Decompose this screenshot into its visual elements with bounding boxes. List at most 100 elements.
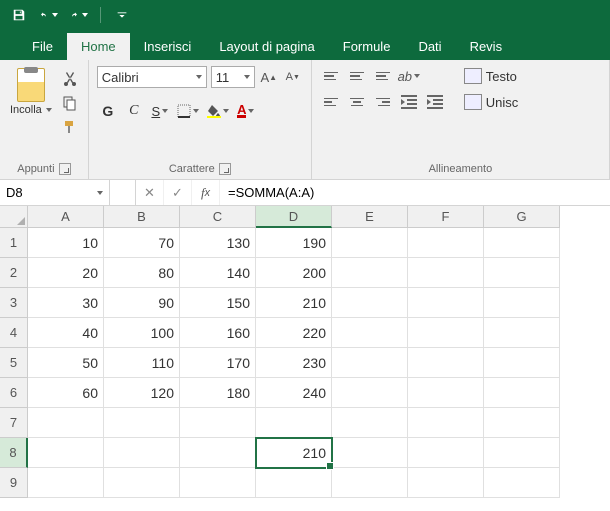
cell-B3[interactable]: 90 <box>104 288 180 318</box>
cell-E6[interactable] <box>332 378 408 408</box>
cell-F4[interactable] <box>408 318 484 348</box>
cell-G8[interactable] <box>484 438 560 468</box>
cell-E5[interactable] <box>332 348 408 378</box>
cell-G1[interactable] <box>484 228 560 258</box>
qat-customize-icon[interactable] <box>113 6 131 24</box>
cell-G2[interactable] <box>484 258 560 288</box>
tab-home[interactable]: Home <box>67 33 130 60</box>
underline-button[interactable]: S <box>149 100 171 122</box>
cell-B8[interactable] <box>104 438 180 468</box>
paste-button[interactable]: Incolla <box>8 66 54 118</box>
cell-A1[interactable]: 10 <box>28 228 104 258</box>
row-header-6[interactable]: 6 <box>0 378 28 408</box>
cell-D6[interactable]: 240 <box>256 378 332 408</box>
increase-indent-button[interactable] <box>424 92 446 112</box>
cell-B2[interactable]: 80 <box>104 258 180 288</box>
paste-dropdown-icon[interactable] <box>46 108 52 112</box>
cell-D2[interactable]: 200 <box>256 258 332 288</box>
redo-dropdown-icon[interactable] <box>82 13 88 17</box>
cell-E8[interactable] <box>332 438 408 468</box>
cell-E9[interactable] <box>332 468 408 498</box>
cell-G5[interactable] <box>484 348 560 378</box>
cell-C7[interactable] <box>180 408 256 438</box>
cut-button[interactable] <box>60 70 80 88</box>
column-header-E[interactable]: E <box>332 206 408 228</box>
cell-D5[interactable]: 230 <box>256 348 332 378</box>
cell-F9[interactable] <box>408 468 484 498</box>
cell-F8[interactable] <box>408 438 484 468</box>
cell-E1[interactable] <box>332 228 408 258</box>
row-header-8[interactable]: 8 <box>0 438 28 468</box>
cell-C4[interactable]: 160 <box>180 318 256 348</box>
cell-B7[interactable] <box>104 408 180 438</box>
row-header-1[interactable]: 1 <box>0 228 28 258</box>
cell-A8[interactable] <box>28 438 104 468</box>
cell-E2[interactable] <box>332 258 408 288</box>
cell-D7[interactable] <box>256 408 332 438</box>
cell-C5[interactable]: 170 <box>180 348 256 378</box>
cell-D1[interactable]: 190 <box>256 228 332 258</box>
align-bottom-button[interactable] <box>372 66 394 86</box>
cell-D8[interactable]: 210 <box>256 438 332 468</box>
formula-input[interactable] <box>228 185 602 200</box>
row-header-2[interactable]: 2 <box>0 258 28 288</box>
column-header-C[interactable]: C <box>180 206 256 228</box>
undo-button[interactable] <box>40 6 58 24</box>
tab-file[interactable]: File <box>18 33 67 60</box>
align-center-button[interactable] <box>346 92 368 112</box>
enter-formula-button[interactable]: ✓ <box>164 180 192 205</box>
align-left-button[interactable] <box>320 92 342 112</box>
insert-function-button[interactable]: fx <box>192 180 220 205</box>
cell-A6[interactable]: 60 <box>28 378 104 408</box>
select-all-button[interactable] <box>0 206 28 228</box>
orientation-button[interactable]: ab <box>398 66 420 86</box>
save-icon[interactable] <box>10 6 28 24</box>
row-header-4[interactable]: 4 <box>0 318 28 348</box>
cell-G6[interactable] <box>484 378 560 408</box>
font-name-select[interactable]: Calibri <box>97 66 207 88</box>
cell-D3[interactable]: 210 <box>256 288 332 318</box>
merge-button[interactable]: Unisc <box>460 92 523 112</box>
cell-G4[interactable] <box>484 318 560 348</box>
cell-E4[interactable] <box>332 318 408 348</box>
cell-C2[interactable]: 140 <box>180 258 256 288</box>
cell-A2[interactable]: 20 <box>28 258 104 288</box>
redo-button[interactable] <box>70 6 88 24</box>
cell-C6[interactable]: 180 <box>180 378 256 408</box>
format-painter-button[interactable] <box>60 118 80 136</box>
tab-layout[interactable]: Layout di pagina <box>205 33 328 60</box>
undo-dropdown-icon[interactable] <box>52 13 58 17</box>
cell-E3[interactable] <box>332 288 408 318</box>
row-header-3[interactable]: 3 <box>0 288 28 318</box>
cell-E7[interactable] <box>332 408 408 438</box>
decrease-indent-button[interactable] <box>398 92 420 112</box>
cell-F1[interactable] <box>408 228 484 258</box>
increase-font-button[interactable]: A▲ <box>259 67 279 87</box>
formula-input-container[interactable] <box>220 180 610 205</box>
cell-F5[interactable] <box>408 348 484 378</box>
name-box[interactable] <box>0 180 110 205</box>
cell-F6[interactable] <box>408 378 484 408</box>
cell-F3[interactable] <box>408 288 484 318</box>
cell-A3[interactable]: 30 <box>28 288 104 318</box>
row-header-7[interactable]: 7 <box>0 408 28 438</box>
cell-C3[interactable]: 150 <box>180 288 256 318</box>
column-header-F[interactable]: F <box>408 206 484 228</box>
cell-D9[interactable] <box>256 468 332 498</box>
align-top-button[interactable] <box>320 66 342 86</box>
copy-button[interactable] <box>60 94 80 112</box>
font-color-button[interactable]: A <box>235 100 257 122</box>
row-header-5[interactable]: 5 <box>0 348 28 378</box>
font-launcher[interactable] <box>219 163 231 175</box>
wrap-text-button[interactable]: Testo <box>460 66 523 86</box>
column-header-G[interactable]: G <box>484 206 560 228</box>
chevron-down-icon[interactable] <box>97 191 103 195</box>
cell-F2[interactable] <box>408 258 484 288</box>
tab-insert[interactable]: Inserisci <box>130 33 206 60</box>
italic-button[interactable]: C <box>123 100 145 122</box>
column-header-B[interactable]: B <box>104 206 180 228</box>
clipboard-launcher[interactable] <box>59 163 71 175</box>
cell-D4[interactable]: 220 <box>256 318 332 348</box>
row-header-9[interactable]: 9 <box>0 468 28 498</box>
cell-G3[interactable] <box>484 288 560 318</box>
